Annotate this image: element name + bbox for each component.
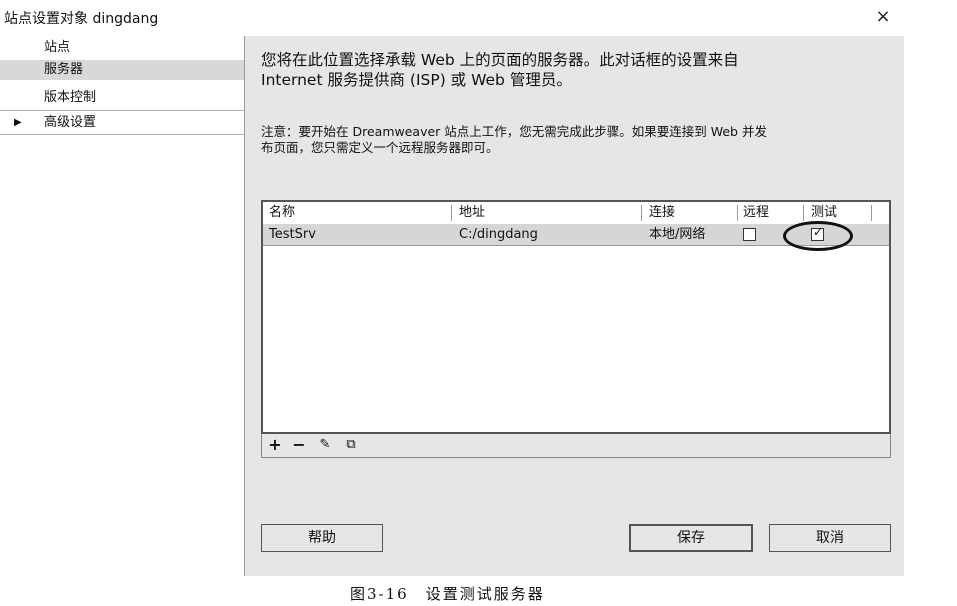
- column-header-test[interactable]: 测试: [811, 204, 837, 222]
- server-settings-panel: 您将在此位置选择承载 Web 上的页面的服务器。此对话框的设置来自 Intern…: [244, 36, 904, 576]
- sidebar-item-version-control[interactable]: 版本控制: [0, 88, 244, 108]
- sidebar-item-label: 服务器: [44, 62, 84, 77]
- duplicate-icon[interactable]: ⧉: [342, 436, 360, 454]
- column-header-connection[interactable]: 连接: [649, 204, 675, 222]
- expand-arrow-icon[interactable]: ▶: [14, 113, 22, 133]
- close-icon[interactable]: ×: [872, 6, 894, 28]
- edit-icon[interactable]: ✎: [316, 436, 334, 454]
- sidebar-divider: [0, 110, 244, 111]
- column-divider: [641, 205, 642, 221]
- intro-line: Internet 服务提供商 (ISP) 或 Web 管理员。: [261, 71, 572, 89]
- figure-caption: 图3-16 设置测试服务器: [350, 585, 545, 603]
- sidebar-divider: [0, 134, 244, 135]
- sidebar-item-site[interactable]: 站点: [0, 38, 244, 58]
- column-divider: [451, 205, 452, 221]
- sidebar-item-advanced[interactable]: ▶ 高级设置: [0, 113, 244, 133]
- sidebar-item-label: 高级设置: [44, 115, 97, 130]
- note-line: 注意：要开始在 Dreamweaver 站点上工作，您无需完成此步骤。如果要连接…: [261, 124, 767, 139]
- server-table: 名称 地址 连接 远程 测试 TestSrv C:/dingdang 本地/网络: [261, 200, 891, 434]
- server-table-toolbar: + − ✎ ⧉: [261, 434, 891, 458]
- sidebar-item-label: 站点: [44, 40, 71, 55]
- save-button[interactable]: 保存: [629, 524, 753, 552]
- intro-line: 您将在此位置选择承载 Web 上的页面的服务器。此对话框的设置来自: [261, 51, 739, 69]
- remote-checkbox[interactable]: [743, 228, 756, 241]
- column-divider: [803, 205, 804, 221]
- column-divider: [871, 205, 872, 221]
- server-address-cell: C:/dingdang: [459, 227, 538, 242]
- column-header-address[interactable]: 地址: [459, 204, 485, 222]
- intro-text: 您将在此位置选择承载 Web 上的页面的服务器。此对话框的设置来自 Intern…: [261, 50, 891, 90]
- server-connection-cell: 本地/网络: [649, 227, 706, 242]
- add-icon[interactable]: +: [266, 436, 284, 454]
- column-divider: [737, 205, 738, 221]
- cancel-button[interactable]: 取消: [769, 524, 891, 552]
- highlight-ellipse: [783, 221, 853, 251]
- sidebar-item-servers[interactable]: 服务器: [0, 60, 244, 80]
- sidebar-item-label: 版本控制: [44, 90, 97, 105]
- help-button[interactable]: 帮助: [261, 524, 383, 552]
- note-text: 注意：要开始在 Dreamweaver 站点上工作，您无需完成此步骤。如果要连接…: [261, 124, 891, 156]
- column-header-name[interactable]: 名称: [269, 204, 295, 222]
- remove-icon[interactable]: −: [290, 436, 308, 454]
- server-name-cell: TestSrv: [269, 227, 316, 242]
- note-line: 布页面，您只需定义一个远程服务器即可。: [261, 140, 499, 155]
- sidebar: 站点 服务器 版本控制 ▶ 高级设置: [0, 36, 244, 576]
- dialog-title: 站点设置对象 dingdang: [4, 11, 159, 27]
- column-header-remote[interactable]: 远程: [743, 204, 769, 222]
